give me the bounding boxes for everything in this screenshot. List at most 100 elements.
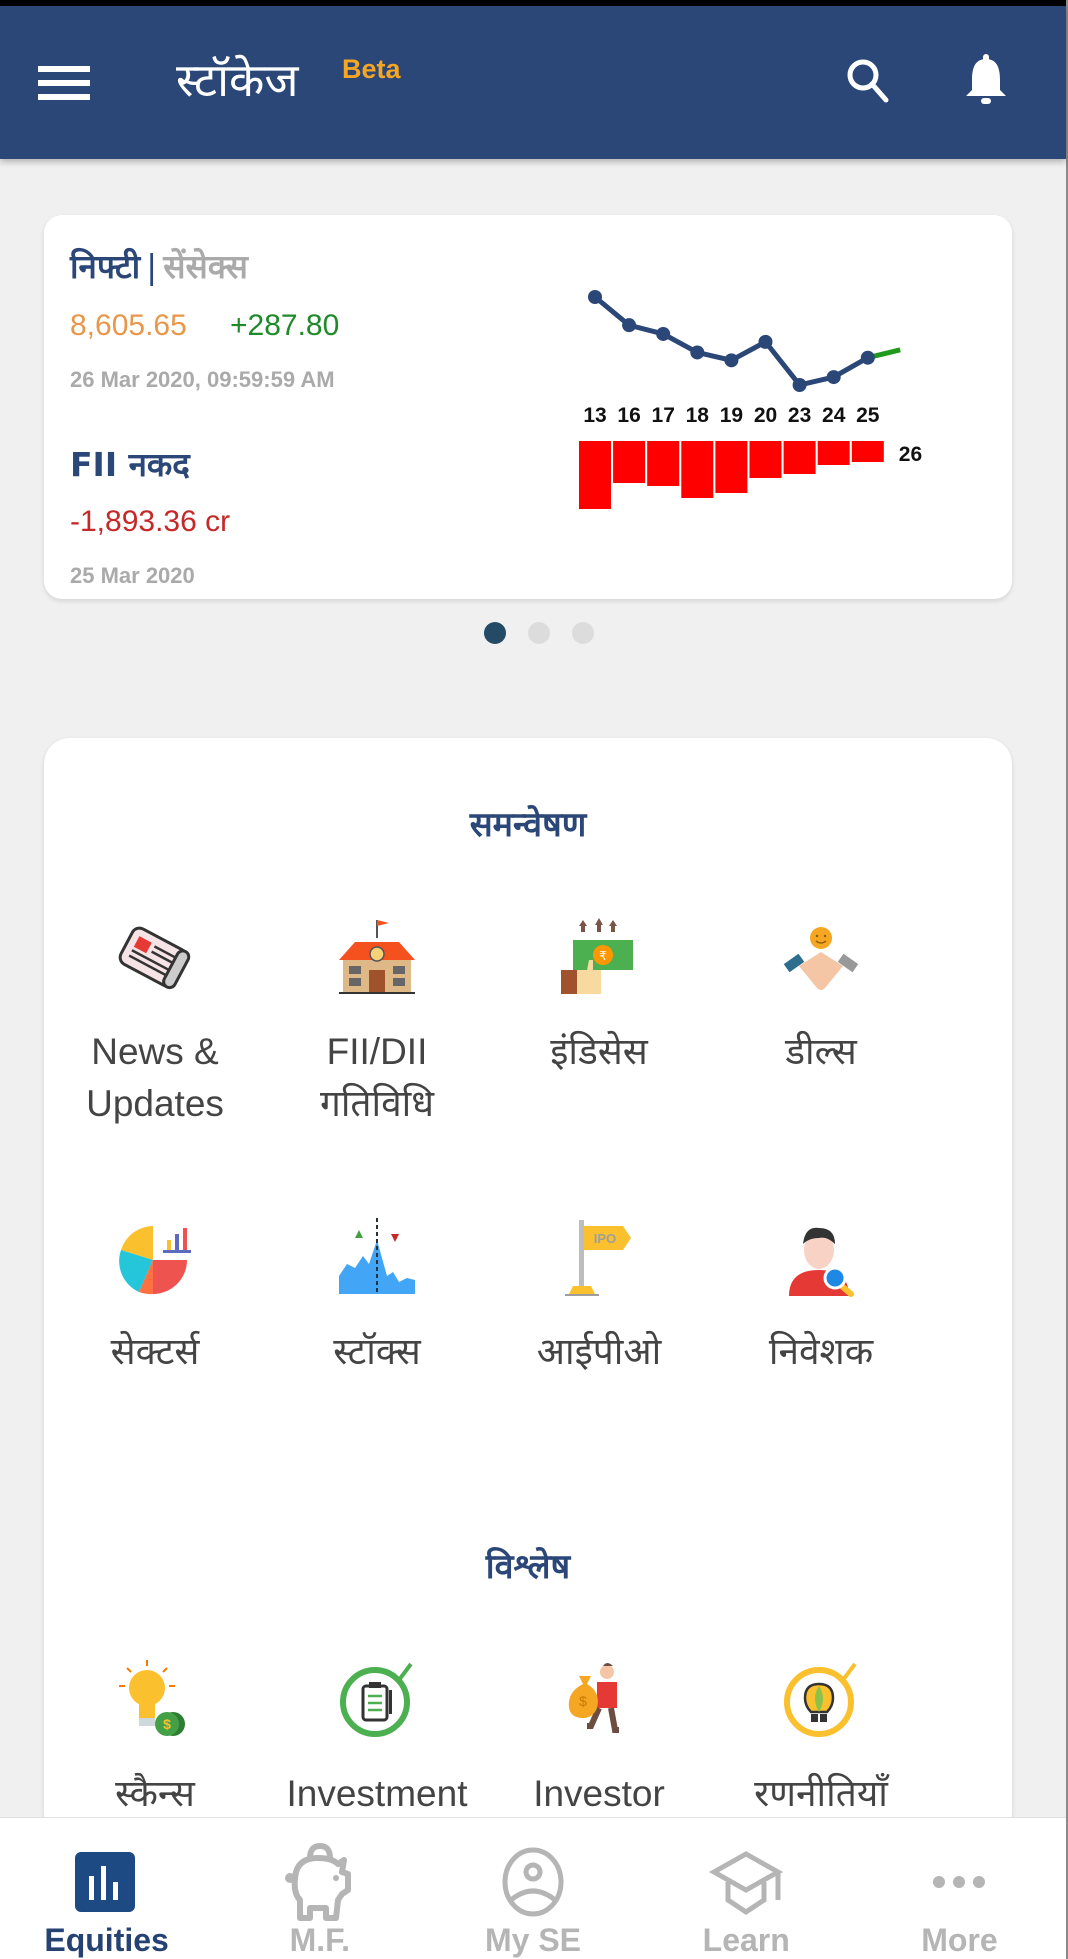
item-label: रणनीतियाँ [754, 1772, 888, 1815]
money-up-icon: ₹ [561, 918, 633, 994]
item-investors[interactable]: निवेशक [710, 1216, 932, 1378]
x-tick-label: 20 [754, 404, 777, 427]
item-fii-dii-activity[interactable]: FII/DII गतिविधि [266, 916, 488, 1130]
nav-label: Equities [44, 1922, 169, 1958]
index-trend-point [758, 334, 773, 349]
carousel-dot[interactable] [572, 622, 594, 644]
carousel-dot[interactable] [484, 622, 506, 644]
index-change: +287.80 [230, 309, 340, 342]
app-bar: स्टॉकेज Beta [0, 6, 1066, 159]
fii-flow-bar [783, 441, 816, 474]
item-stocks[interactable]: स्टॉक्स [266, 1216, 488, 1378]
x-tick-label: 23 [788, 404, 811, 427]
index-trend-point [826, 370, 841, 385]
pie-chart-icon [119, 1226, 191, 1295]
item-label: डील्स [785, 1030, 857, 1073]
item-label: Investment [286, 1773, 468, 1814]
strategy-bulb-icon [784, 1662, 857, 1737]
piggy-bank-icon [284, 1843, 351, 1921]
index-trend-point [860, 350, 875, 365]
x-tick-label: 18 [686, 404, 710, 427]
index-trend-point [792, 378, 807, 392]
more-dots-icon [933, 1876, 986, 1888]
svg-text:$: $ [163, 1716, 171, 1732]
notification-button[interactable] [958, 52, 1014, 108]
nav-more[interactable]: More [853, 1818, 1066, 1959]
handshake-icon [783, 927, 859, 990]
section-title-explore: समन्वेषण [469, 805, 587, 845]
item-label: FII/DII गतिविधि [266, 1026, 488, 1130]
item-news-updates[interactable]: News & Updates [44, 916, 266, 1130]
item-investor[interactable]: $ Investor [488, 1658, 710, 1820]
item-investment[interactable]: Investment [266, 1658, 488, 1820]
fii-flow-bar [613, 441, 646, 483]
item-scans[interactable]: $ स्कैन्स [44, 1658, 266, 1820]
fii-flow-bar [749, 441, 782, 478]
fii-cash-date: 25 Mar 2020 [70, 563, 195, 588]
nav-label: Learn [702, 1922, 790, 1958]
index-trend-point [588, 290, 602, 304]
bottom-navigation: Equities M.F. My SE Learn More [0, 1817, 1066, 1959]
index-trend-line [593, 295, 870, 388]
svg-text:₹: ₹ [599, 949, 607, 963]
nav-mutual-funds[interactable]: M.F. [213, 1818, 426, 1959]
index-trend-point [724, 353, 739, 368]
fii-cash-value: -1,893.36 cr [70, 505, 231, 538]
graduation-cap-icon [709, 1851, 784, 1916]
item-label: आईपीओ [536, 1330, 662, 1373]
x-tick-label: 13 [583, 404, 606, 427]
svg-text:$: $ [579, 1693, 587, 1709]
item-label-line2: गतिविधि [320, 1082, 434, 1124]
features-card: समन्वेषण News & Updates FII/DII गतिविधि ₹ … [44, 738, 1012, 1838]
nav-learn[interactable]: Learn [640, 1818, 853, 1959]
search-button[interactable] [840, 52, 896, 108]
item-label-line1: FII/DII [326, 1031, 428, 1072]
investor-search-icon [789, 1227, 854, 1297]
hamburger-icon[interactable] [38, 66, 90, 106]
item-label: News & Updates [44, 1026, 266, 1130]
market-summary-card[interactable]: निफ्टी | सेंसेक्स 8,605.65 +287.80 26 Mar … [44, 215, 1012, 599]
item-indices[interactable]: ₹ इंडिसेस [488, 916, 710, 1078]
x-tick-label: 25 [856, 404, 880, 427]
fii-flow-bar [715, 441, 748, 493]
index-selector: निफ्टी | सेंसेक्स [70, 243, 248, 288]
item-label: निवेशक [768, 1330, 874, 1373]
x-tick-label: 19 [720, 404, 743, 427]
x-tick-label: 17 [652, 404, 675, 427]
x-tick-label: 26 [899, 443, 922, 466]
index-trend-point [656, 326, 671, 341]
index-price: 8,605.65 [70, 309, 187, 342]
fii-flow-bar [647, 441, 680, 486]
x-tick-label: 24 [822, 404, 846, 427]
item-label: स्टॉक्स [333, 1330, 421, 1373]
fii-flow-bar [817, 441, 850, 465]
bell-icon [966, 54, 1006, 104]
item-strategies[interactable]: रणनीतियाँ [710, 1658, 932, 1820]
item-deals[interactable]: डील्स [710, 916, 932, 1078]
user-circle-icon [502, 1847, 564, 1917]
app-title: स्टॉकेज [176, 53, 299, 107]
fii-cash-title: FII नकद [70, 445, 190, 484]
index-trend-point [622, 318, 637, 333]
item-ipo[interactable]: IPO आईपीओ [488, 1216, 710, 1378]
nav-label: More [921, 1922, 998, 1958]
idea-bulb-money-icon: $ [119, 1660, 185, 1736]
mini-chart: 13 16 17 18 19 20 23 24 25 26 [579, 290, 922, 509]
index-tab-nifty[interactable]: निफ्टी [70, 247, 140, 286]
section-title-analysis: विश्लेष [485, 1547, 571, 1587]
x-tick-label: 16 [617, 404, 640, 427]
svg-text:IPO: IPO [594, 1231, 616, 1246]
index-timestamp: 26 Mar 2020, 09:59:59 AM [70, 367, 335, 392]
item-sectors[interactable]: सेक्टर्स [44, 1216, 266, 1378]
carousel-dot[interactable] [528, 622, 550, 644]
item-label: इंडिसेस [550, 1030, 648, 1073]
nav-equities[interactable]: Equities [0, 1818, 213, 1959]
search-icon [847, 59, 889, 103]
index-separator: | [146, 247, 158, 286]
item-label-line2: Updates [86, 1082, 224, 1124]
index-tab-sensex[interactable]: सेंसेक्स [163, 247, 248, 286]
bar-chart-icon [74, 1852, 135, 1912]
item-label-line1: News & [91, 1031, 219, 1072]
nav-label: My SE [484, 1922, 582, 1958]
nav-my-se[interactable]: My SE [426, 1818, 639, 1959]
